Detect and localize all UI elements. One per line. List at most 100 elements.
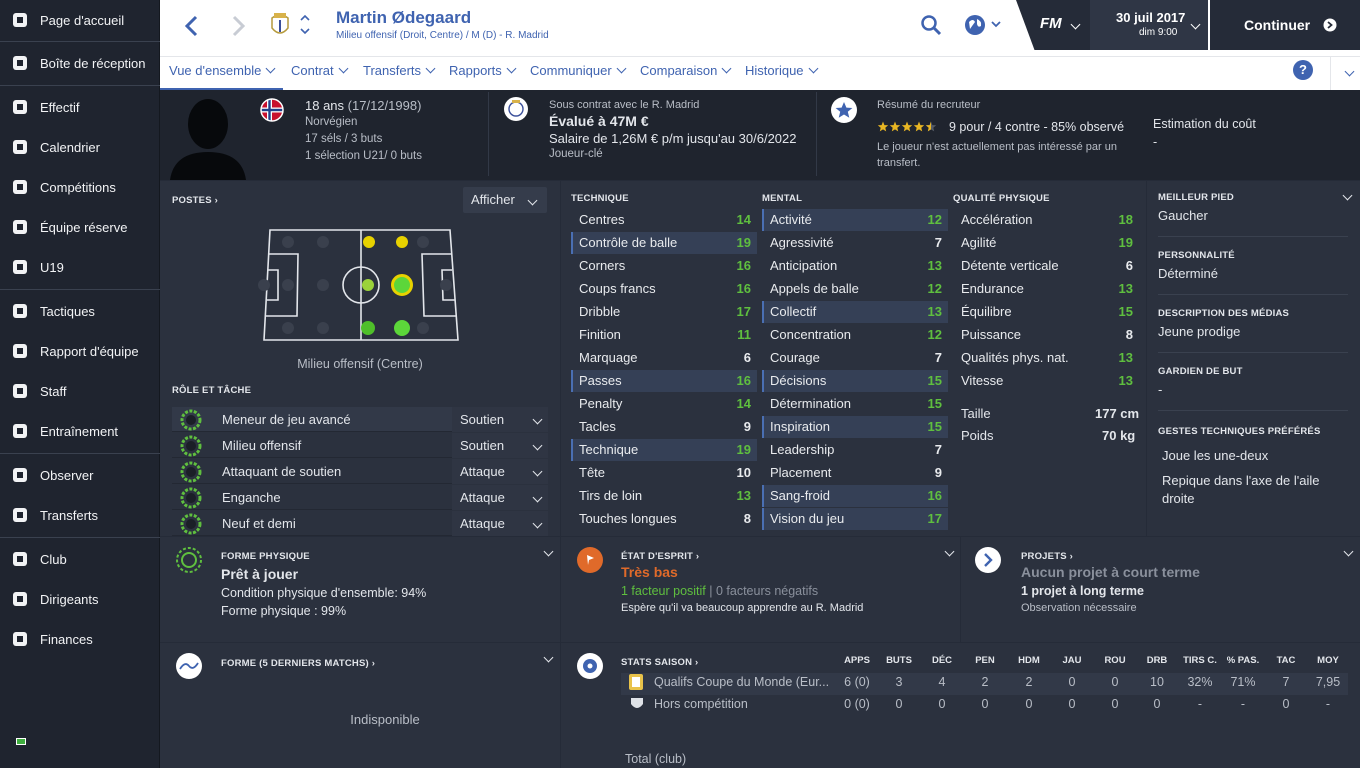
role-row[interactable]: Enganche Attaque bbox=[172, 485, 548, 510]
attribute-value: 14 bbox=[736, 396, 751, 411]
scout-note: Le joueur n'est actuellement pas intéres… bbox=[877, 141, 1117, 169]
attribute-row: Vision du jeu 17 bbox=[762, 508, 948, 530]
sidebar-item-tactics[interactable]: Tactiques bbox=[0, 291, 160, 331]
morale-title[interactable]: ÉTAT D'ESPRIT › bbox=[621, 551, 699, 562]
player-dob: (17/12/1998) bbox=[347, 98, 422, 113]
chevron-down-icon bbox=[1190, 19, 1201, 30]
attribute-value: 8 bbox=[1125, 327, 1133, 342]
sidebar-item-label: U19 bbox=[40, 259, 64, 275]
tab-1[interactable]: Contrat bbox=[291, 57, 349, 91]
globe-button[interactable] bbox=[964, 13, 1004, 37]
scout-rating-text: 9 pour / 4 contre - 85% observé bbox=[949, 120, 1125, 134]
attribute-row: Agilité 19 bbox=[953, 232, 1139, 254]
attribute-name: Courage bbox=[770, 350, 820, 365]
attribute-value: 9 bbox=[743, 419, 751, 434]
chevron-down-icon bbox=[425, 63, 436, 74]
back-button[interactable] bbox=[180, 12, 204, 40]
sidebar-item-club[interactable]: Club bbox=[0, 539, 160, 579]
date-panel[interactable]: 30 juil 2017 dim 9:00 bbox=[1090, 0, 1208, 50]
projects-note: Observation nécessaire bbox=[1021, 602, 1137, 614]
sidebar-item-transfers[interactable]: Transferts bbox=[0, 495, 160, 535]
tab-2[interactable]: Transferts bbox=[363, 57, 436, 91]
duty-dropdown[interactable]: Attaque bbox=[452, 459, 548, 484]
sidebar-item-home[interactable]: Page d'accueil bbox=[0, 0, 160, 40]
search-icon bbox=[921, 15, 942, 36]
technical-title: TECHNIQUE bbox=[571, 193, 629, 204]
sidebar-item-board[interactable]: Dirigeants bbox=[0, 579, 160, 619]
collapse-button[interactable] bbox=[1330, 56, 1360, 90]
sidebar-item-u19[interactable]: U19 bbox=[0, 247, 160, 287]
attribute-value: 8 bbox=[743, 511, 751, 526]
duty-dropdown[interactable]: Attaque bbox=[452, 485, 548, 510]
player-switch-button[interactable] bbox=[298, 12, 312, 38]
norway-flag-icon bbox=[260, 98, 284, 122]
sidebar-item-label: Calendrier bbox=[40, 139, 100, 155]
attribute-row: Tirs de loin 13 bbox=[571, 485, 757, 507]
show-dropdown[interactable]: Afficher bbox=[463, 187, 547, 213]
goalkeeper-value: - bbox=[1158, 382, 1163, 397]
physical-title: QUALITÉ PHYSIQUE bbox=[953, 193, 1050, 204]
projects-title[interactable]: PROJETS › bbox=[1021, 551, 1073, 562]
tab-5[interactable]: Comparaison bbox=[640, 57, 732, 91]
attribute-name: Finition bbox=[579, 327, 621, 342]
season-stats-title[interactable]: STATS SAISON › bbox=[621, 657, 698, 668]
sidebar-item-scouting[interactable]: Observer bbox=[0, 455, 160, 495]
tab-4[interactable]: Communiquer bbox=[530, 57, 627, 91]
mental-title: MENTAL bbox=[762, 193, 803, 204]
search-button[interactable] bbox=[920, 14, 942, 36]
sidebar-item-inbox[interactable]: Boîte de réception bbox=[0, 43, 160, 83]
duty-dropdown[interactable]: Soutien bbox=[452, 407, 548, 432]
continue-button[interactable]: Continuer bbox=[1210, 0, 1360, 50]
positions-title[interactable]: POSTES › bbox=[172, 195, 218, 206]
club-crest-icon bbox=[268, 10, 292, 40]
attribute-value: 6 bbox=[743, 350, 751, 365]
sidebar-item-trophy[interactable]: Compétitions bbox=[0, 167, 160, 207]
sidebar-item-label: Staff bbox=[40, 383, 67, 399]
stats-column-header[interactable]: PEN bbox=[960, 655, 1010, 666]
sidebar-item-squad[interactable]: Effectif bbox=[0, 87, 160, 127]
duty-dropdown[interactable]: Soutien bbox=[452, 433, 548, 458]
height-label: Taille bbox=[961, 406, 991, 421]
sidebar-item-calendar[interactable]: Calendrier bbox=[0, 127, 160, 167]
attribute-row: Coups francs 16 bbox=[571, 278, 757, 300]
attribute-row: Qualités phys. nat. 13 bbox=[953, 347, 1139, 369]
role-row[interactable]: Neuf et demi Attaque bbox=[172, 511, 548, 536]
position-dot-aml bbox=[396, 236, 408, 248]
tab-6[interactable]: Historique bbox=[745, 57, 818, 91]
form-title[interactable]: FORME (5 DERNIERS MATCHS) › bbox=[221, 658, 375, 669]
sidebar-item-training[interactable]: Entraînement bbox=[0, 411, 160, 451]
stats-column-header[interactable]: MOY bbox=[1303, 655, 1353, 666]
attribute-value: 7 bbox=[934, 442, 942, 457]
tab-bar: Vue d'ensemble Contrat Transferts Rapports C… bbox=[160, 56, 1360, 91]
sidebar-item-team-report[interactable]: Rapport d'équipe bbox=[0, 331, 160, 371]
header: Martin Ødegaard Milieu offensif (Droit, … bbox=[160, 0, 1360, 91]
chevron-down-icon bbox=[532, 414, 543, 425]
position-caption: Milieu offensif (Centre) bbox=[297, 357, 423, 371]
tab-label: Rapports bbox=[449, 63, 502, 78]
duty-dropdown[interactable]: Attaque bbox=[452, 511, 548, 536]
attribute-name: Concentration bbox=[770, 327, 851, 342]
attribute-name: Vitesse bbox=[961, 373, 1004, 388]
sidebar-item-staff[interactable]: Staff bbox=[0, 371, 160, 411]
attribute-name: Détermination bbox=[770, 396, 851, 411]
attribute-value: 13 bbox=[1118, 350, 1133, 365]
tab-3[interactable]: Rapports bbox=[449, 57, 517, 91]
tab-0[interactable]: Vue d'ensemble bbox=[160, 57, 284, 91]
attribute-row: Équilibre 15 bbox=[953, 301, 1139, 323]
sidebar-item-label: Page d'accueil bbox=[40, 12, 125, 28]
sidebar-item-finances[interactable]: Finances bbox=[0, 619, 160, 659]
role-row[interactable]: Attaquant de soutien Attaque bbox=[172, 459, 548, 484]
club-crest-icon bbox=[504, 97, 528, 121]
attribute-value: 17 bbox=[736, 304, 751, 319]
attribute-value: 12 bbox=[927, 212, 942, 227]
forward-button[interactable] bbox=[226, 12, 250, 40]
attribute-name: Détente verticale bbox=[961, 258, 1059, 273]
fm-menu[interactable]: FM bbox=[1016, 0, 1090, 50]
sidebar-item-label: Finances bbox=[40, 631, 93, 647]
scouting-icon bbox=[0, 466, 40, 484]
help-button[interactable]: ? bbox=[1293, 60, 1313, 80]
role-row[interactable]: Milieu offensif Soutien bbox=[172, 433, 548, 458]
role-row[interactable]: Meneur de jeu avancé Soutien bbox=[172, 407, 548, 432]
sidebar-item-reserve-team[interactable]: Équipe réserve bbox=[0, 207, 160, 247]
role-name: Attaquant de soutien bbox=[222, 464, 342, 479]
